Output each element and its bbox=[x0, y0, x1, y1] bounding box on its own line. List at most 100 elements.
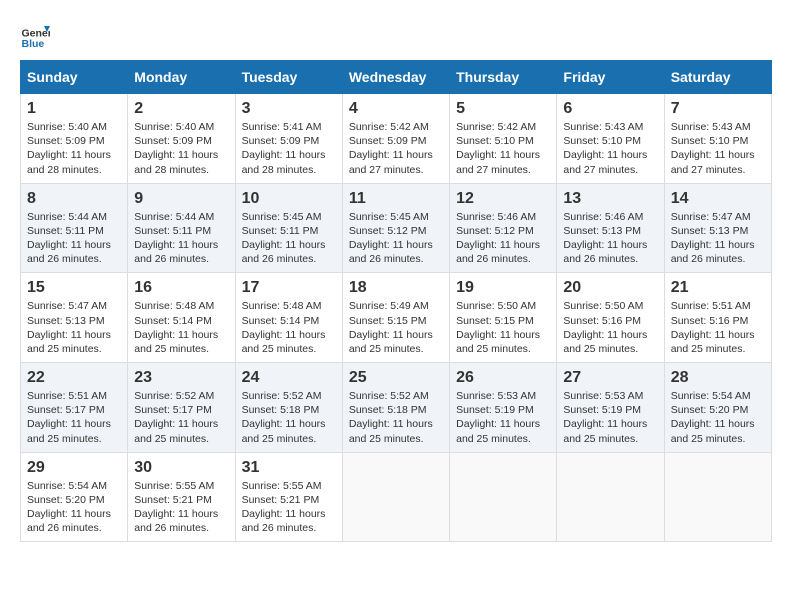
calendar-week-row: 15 Sunrise: 5:47 AMSunset: 5:13 PMDayligh… bbox=[21, 273, 772, 363]
weekday-header-thursday: Thursday bbox=[450, 61, 557, 94]
calendar-cell: 6 Sunrise: 5:43 AMSunset: 5:10 PMDaylight… bbox=[557, 94, 664, 184]
calendar-cell: 20 Sunrise: 5:50 AMSunset: 5:16 PMDayligh… bbox=[557, 273, 664, 363]
day-number: 20 bbox=[563, 279, 657, 297]
cell-info: Sunrise: 5:41 AMSunset: 5:09 PMDaylight:… bbox=[242, 121, 326, 176]
day-number: 2 bbox=[134, 100, 228, 118]
day-number: 25 bbox=[349, 369, 443, 387]
cell-info: Sunrise: 5:43 AMSunset: 5:10 PMDaylight:… bbox=[563, 121, 647, 176]
day-number: 30 bbox=[134, 459, 228, 477]
day-number: 27 bbox=[563, 369, 657, 387]
calendar-cell: 19 Sunrise: 5:50 AMSunset: 5:15 PMDayligh… bbox=[450, 273, 557, 363]
calendar-cell: 25 Sunrise: 5:52 AMSunset: 5:18 PMDayligh… bbox=[342, 363, 449, 453]
weekday-header-saturday: Saturday bbox=[664, 61, 771, 94]
calendar-cell: 13 Sunrise: 5:46 AMSunset: 5:13 PMDayligh… bbox=[557, 183, 664, 273]
day-number: 19 bbox=[456, 279, 550, 297]
day-number: 5 bbox=[456, 100, 550, 118]
day-number: 29 bbox=[27, 459, 121, 477]
day-number: 15 bbox=[27, 279, 121, 297]
calendar-cell: 8 Sunrise: 5:44 AMSunset: 5:11 PMDaylight… bbox=[21, 183, 128, 273]
cell-info: Sunrise: 5:43 AMSunset: 5:10 PMDaylight:… bbox=[671, 121, 755, 176]
cell-info: Sunrise: 5:53 AMSunset: 5:19 PMDaylight:… bbox=[456, 390, 540, 445]
day-number: 16 bbox=[134, 279, 228, 297]
day-number: 6 bbox=[563, 100, 657, 118]
calendar-cell: 17 Sunrise: 5:48 AMSunset: 5:14 PMDayligh… bbox=[235, 273, 342, 363]
calendar-cell: 23Sunrise: 5:52 AMSunset: 5:17 PMDayligh… bbox=[128, 363, 235, 453]
logo: General Blue bbox=[20, 20, 50, 50]
day-number: 17 bbox=[242, 279, 336, 297]
cell-info: Sunrise: 5:40 AMSunset: 5:09 PMDaylight:… bbox=[134, 121, 218, 176]
cell-info: Sunrise: 5:52 AMSunset: 5:18 PMDaylight:… bbox=[242, 390, 326, 445]
calendar-cell: 12 Sunrise: 5:46 AMSunset: 5:12 PMDayligh… bbox=[450, 183, 557, 273]
weekday-header-friday: Friday bbox=[557, 61, 664, 94]
svg-text:Blue: Blue bbox=[22, 38, 45, 50]
day-number: 18 bbox=[349, 279, 443, 297]
calendar-cell bbox=[342, 452, 449, 542]
calendar-cell: 5Sunrise: 5:42 AMSunset: 5:10 PMDaylight… bbox=[450, 94, 557, 184]
cell-info: Sunrise: 5:55 AMSunset: 5:21 PMDaylight:… bbox=[134, 480, 218, 535]
day-number: 7 bbox=[671, 100, 765, 118]
cell-info: Sunrise: 5:50 AMSunset: 5:15 PMDaylight:… bbox=[456, 300, 540, 355]
logo-icon: General Blue bbox=[20, 20, 50, 50]
weekday-header-row: SundayMondayTuesdayWednesdayThursdayFrid… bbox=[21, 61, 772, 94]
cell-info: Sunrise: 5:40 AMSunset: 5:09 PMDaylight:… bbox=[27, 121, 111, 176]
day-number: 24 bbox=[242, 369, 336, 387]
calendar-cell: 27 Sunrise: 5:53 AMSunset: 5:19 PMDayligh… bbox=[557, 363, 664, 453]
calendar-cell: 7 Sunrise: 5:43 AMSunset: 5:10 PMDaylight… bbox=[664, 94, 771, 184]
calendar-cell: 3 Sunrise: 5:41 AMSunset: 5:09 PMDaylight… bbox=[235, 94, 342, 184]
cell-info: Sunrise: 5:52 AMSunset: 5:18 PMDaylight:… bbox=[349, 390, 433, 445]
calendar-cell: 21Sunrise: 5:51 AMSunset: 5:16 PMDayligh… bbox=[664, 273, 771, 363]
cell-info: Sunrise: 5:50 AMSunset: 5:16 PMDaylight:… bbox=[563, 300, 647, 355]
calendar-cell: 18 Sunrise: 5:49 AMSunset: 5:15 PMDayligh… bbox=[342, 273, 449, 363]
calendar-cell: 2 Sunrise: 5:40 AMSunset: 5:09 PMDaylight… bbox=[128, 94, 235, 184]
cell-info: Sunrise: 5:48 AMSunset: 5:14 PMDaylight:… bbox=[242, 300, 326, 355]
weekday-header-sunday: Sunday bbox=[21, 61, 128, 94]
cell-info: Sunrise: 5:54 AMSunset: 5:20 PMDaylight:… bbox=[671, 390, 755, 445]
calendar-week-row: 8 Sunrise: 5:44 AMSunset: 5:11 PMDaylight… bbox=[21, 183, 772, 273]
cell-info: Sunrise: 5:47 AMSunset: 5:13 PMDaylight:… bbox=[671, 211, 755, 266]
calendar-cell: 14 Sunrise: 5:47 AMSunset: 5:13 PMDayligh… bbox=[664, 183, 771, 273]
calendar-cell bbox=[664, 452, 771, 542]
calendar-cell: 24 Sunrise: 5:52 AMSunset: 5:18 PMDayligh… bbox=[235, 363, 342, 453]
cell-info: Sunrise: 5:51 AMSunset: 5:17 PMDaylight:… bbox=[27, 390, 111, 445]
cell-info: Sunrise: 5:46 AMSunset: 5:12 PMDaylight:… bbox=[456, 211, 540, 266]
calendar-cell: 16 Sunrise: 5:48 AMSunset: 5:14 PMDayligh… bbox=[128, 273, 235, 363]
calendar-cell: 15 Sunrise: 5:47 AMSunset: 5:13 PMDayligh… bbox=[21, 273, 128, 363]
day-number: 12 bbox=[456, 190, 550, 208]
day-number: 11 bbox=[349, 190, 443, 208]
day-number: 31 bbox=[242, 459, 336, 477]
cell-info: Sunrise: 5:44 AMSunset: 5:11 PMDaylight:… bbox=[134, 211, 218, 266]
calendar-week-row: 22 Sunrise: 5:51 AMSunset: 5:17 PMDayligh… bbox=[21, 363, 772, 453]
day-number: 22 bbox=[27, 369, 121, 387]
calendar-table: SundayMondayTuesdayWednesdayThursdayFrid… bbox=[20, 60, 772, 542]
cell-info: Sunrise: 5:53 AMSunset: 5:19 PMDaylight:… bbox=[563, 390, 647, 445]
calendar-cell: 26 Sunrise: 5:53 AMSunset: 5:19 PMDayligh… bbox=[450, 363, 557, 453]
calendar-cell: 29 Sunrise: 5:54 AMSunset: 5:20 PMDayligh… bbox=[21, 452, 128, 542]
calendar-cell: 31 Sunrise: 5:55 AMSunset: 5:21 PMDayligh… bbox=[235, 452, 342, 542]
page-header: General Blue bbox=[20, 20, 772, 50]
day-number: 9 bbox=[134, 190, 228, 208]
calendar-cell bbox=[450, 452, 557, 542]
day-number: 1 bbox=[27, 100, 121, 118]
cell-info: Sunrise: 5:47 AMSunset: 5:13 PMDaylight:… bbox=[27, 300, 111, 355]
calendar-cell: 22 Sunrise: 5:51 AMSunset: 5:17 PMDayligh… bbox=[21, 363, 128, 453]
cell-info: Sunrise: 5:54 AMSunset: 5:20 PMDaylight:… bbox=[27, 480, 111, 535]
cell-info: Sunrise: 5:49 AMSunset: 5:15 PMDaylight:… bbox=[349, 300, 433, 355]
day-number: 8 bbox=[27, 190, 121, 208]
calendar-week-row: 1 Sunrise: 5:40 AMSunset: 5:09 PMDaylight… bbox=[21, 94, 772, 184]
cell-info: Sunrise: 5:44 AMSunset: 5:11 PMDaylight:… bbox=[27, 211, 111, 266]
weekday-header-tuesday: Tuesday bbox=[235, 61, 342, 94]
cell-info: Sunrise: 5:42 AMSunset: 5:09 PMDaylight:… bbox=[349, 121, 433, 176]
cell-info: Sunrise: 5:55 AMSunset: 5:21 PMDaylight:… bbox=[242, 480, 326, 535]
day-number: 28 bbox=[671, 369, 765, 387]
calendar-cell: 10Sunrise: 5:45 AMSunset: 5:11 PMDayligh… bbox=[235, 183, 342, 273]
calendar-week-row: 29 Sunrise: 5:54 AMSunset: 5:20 PMDayligh… bbox=[21, 452, 772, 542]
day-number: 26 bbox=[456, 369, 550, 387]
day-number: 21 bbox=[671, 279, 765, 297]
day-number: 13 bbox=[563, 190, 657, 208]
day-number: 23 bbox=[134, 369, 228, 387]
calendar-cell: 1 Sunrise: 5:40 AMSunset: 5:09 PMDaylight… bbox=[21, 94, 128, 184]
day-number: 14 bbox=[671, 190, 765, 208]
day-number: 3 bbox=[242, 100, 336, 118]
cell-info: Sunrise: 5:46 AMSunset: 5:13 PMDaylight:… bbox=[563, 211, 647, 266]
cell-info: Sunrise: 5:48 AMSunset: 5:14 PMDaylight:… bbox=[134, 300, 218, 355]
